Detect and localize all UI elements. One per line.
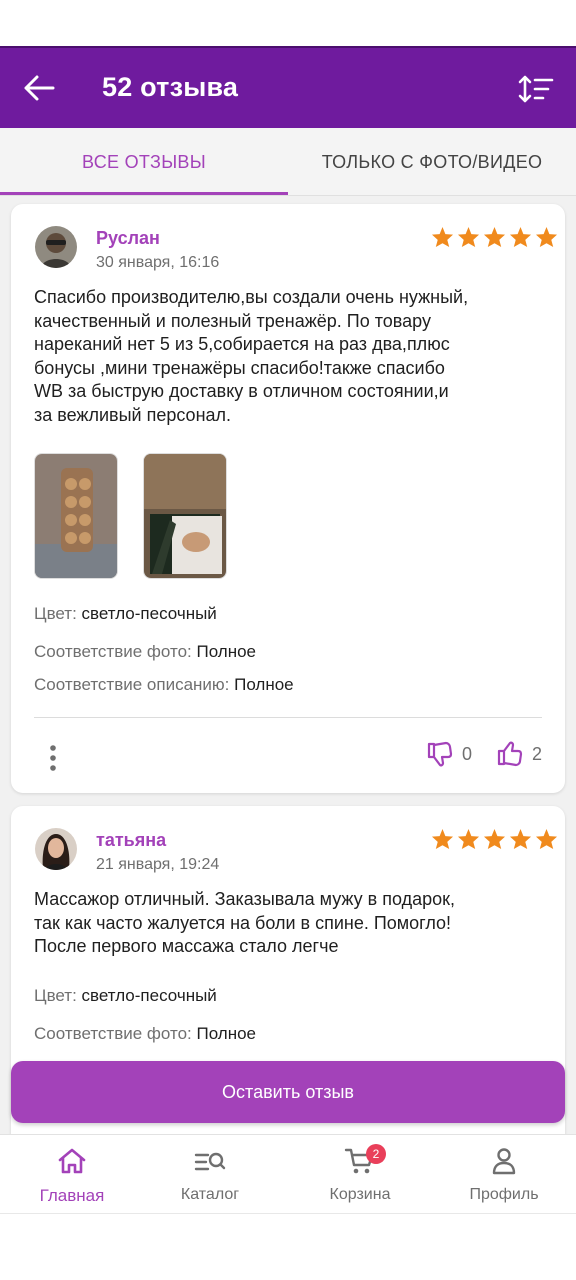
tab-indicator <box>0 192 288 195</box>
review-photo-massager[interactable] <box>34 453 118 579</box>
attribute-value: Полное <box>196 1024 257 1043</box>
nav-item-profile[interactable]: Профиль <box>432 1135 576 1215</box>
nav-item-catalog[interactable]: Каталог <box>138 1135 282 1215</box>
nav-label: Профиль <box>469 1186 539 1203</box>
review-date: 30 января, 16:16 <box>96 254 220 271</box>
review-author[interactable]: Руслан <box>96 228 160 249</box>
nav-label: Главная <box>39 1186 105 1205</box>
reviews-feed[interactable]: Руслан 30 января, 16:16 Спасибо производ… <box>0 196 576 1134</box>
attribute-label: Соответствие фото: <box>34 1024 197 1043</box>
review-text: Спасибо производителю,вы создали очень н… <box>34 286 546 427</box>
cart-badge: 2 <box>366 1144 386 1164</box>
bottom-navigation: Главная Каталог 2 Корзина Профиль <box>0 1134 576 1214</box>
star-icon <box>431 226 454 248</box>
home-icon <box>58 1148 86 1174</box>
attribute-value: Полное <box>234 675 294 694</box>
attribute-label: Соответствие фото: <box>34 642 197 661</box>
rating-stars <box>431 828 558 850</box>
more-options-icon[interactable] <box>47 744 59 772</box>
avatar <box>35 226 77 268</box>
back-arrow-icon[interactable] <box>22 73 56 103</box>
review-text-line: качественный и полезный тренажёр. По тов… <box>34 310 431 331</box>
star-icon <box>483 828 506 850</box>
attribute-value: светло-песочный <box>81 604 217 623</box>
attribute-label: Цвет: <box>34 604 82 623</box>
sort-icon[interactable] <box>518 74 554 104</box>
review-text-line: нареканий нет 5 из 5,собирается на раз д… <box>34 334 450 354</box>
dislike-count: 0 <box>462 743 473 764</box>
attribute-label: Соответствие описанию: <box>34 675 235 694</box>
divider <box>34 717 542 718</box>
star-icon <box>457 828 480 850</box>
tab-photo-video-only[interactable]: ТОЛЬКО С ФОТО/ВИДЕО <box>288 128 576 196</box>
review-tabs: ВСЕ ОТЗЫВЫ ТОЛЬКО С ФОТО/ВИДЕО <box>0 128 576 196</box>
review-card: Руслан 30 января, 16:16 Спасибо производ… <box>11 204 565 793</box>
attribute-label: Цвет: <box>34 986 82 1005</box>
like-count: 2 <box>532 743 543 764</box>
star-icon <box>535 226 558 248</box>
catalog-search-icon <box>194 1152 226 1171</box>
review-text-line: После первого массажа стало легче <box>34 936 339 956</box>
app-bar: 52 отзыва <box>0 46 576 128</box>
tab-all-reviews[interactable]: ВСЕ ОТЗЫВЫ <box>0 128 288 196</box>
review-photo-box[interactable] <box>143 453 227 579</box>
attribute-photo-match: Соответствие фото: Полное <box>34 1024 256 1044</box>
review-text-line: WB за быструю доставку в отличном состоя… <box>34 381 449 401</box>
review-text-line: Массажор отличный. Заказывала мужу в под… <box>34 889 456 909</box>
star-icon <box>457 226 480 248</box>
thumbs-up-icon <box>497 741 523 767</box>
leave-review-button[interactable]: Оставить отзыв <box>11 1061 565 1123</box>
star-icon <box>509 226 532 248</box>
thumbs-down-icon <box>427 741 453 767</box>
star-icon <box>483 226 506 248</box>
review-text-line: за вежливый персонал. <box>34 404 232 425</box>
dislike-button[interactable]: 0 <box>426 740 472 768</box>
screen: 52 отзыва ВСЕ ОТЗЫВЫ ТОЛЬКО С ФОТО/ВИДЕО <box>0 0 576 1280</box>
review-text-line: Спасибо производителю,вы создали очень н… <box>34 287 469 307</box>
rating-stars <box>431 226 558 248</box>
nav-item-cart[interactable]: 2 Корзина <box>288 1135 432 1215</box>
attribute-color: Цвет: светло-песочный <box>34 986 217 1006</box>
page-title: 52 отзыва <box>102 72 239 102</box>
attribute-value: светло-песочный <box>81 986 217 1005</box>
review-text-line: бонусы ,мини тренажёры спасибо!также спа… <box>34 357 445 378</box>
review-date: 21 января, 19:24 <box>96 856 220 873</box>
nav-label: Корзина <box>329 1186 391 1203</box>
attribute-description-match: Соответствие описанию: Полное <box>34 675 294 695</box>
profile-icon <box>492 1148 516 1175</box>
review-text: Массажор отличный. Заказывала мужу в под… <box>34 888 546 959</box>
nav-item-home[interactable]: Главная <box>0 1135 144 1215</box>
review-author[interactable]: татьяна <box>96 830 166 851</box>
attribute-color: Цвет: светло-песочный <box>34 604 217 624</box>
star-icon <box>431 828 454 850</box>
nav-label: Каталог <box>180 1186 240 1203</box>
star-icon <box>535 828 558 850</box>
review-text-line: так как часто жалуется на боли в спине. … <box>34 912 452 933</box>
attribute-photo-match: Соответствие фото: Полное <box>34 642 256 662</box>
attribute-value: Полное <box>196 642 257 661</box>
like-button[interactable]: 2 <box>496 740 542 768</box>
avatar <box>35 828 77 870</box>
star-icon <box>509 828 532 850</box>
